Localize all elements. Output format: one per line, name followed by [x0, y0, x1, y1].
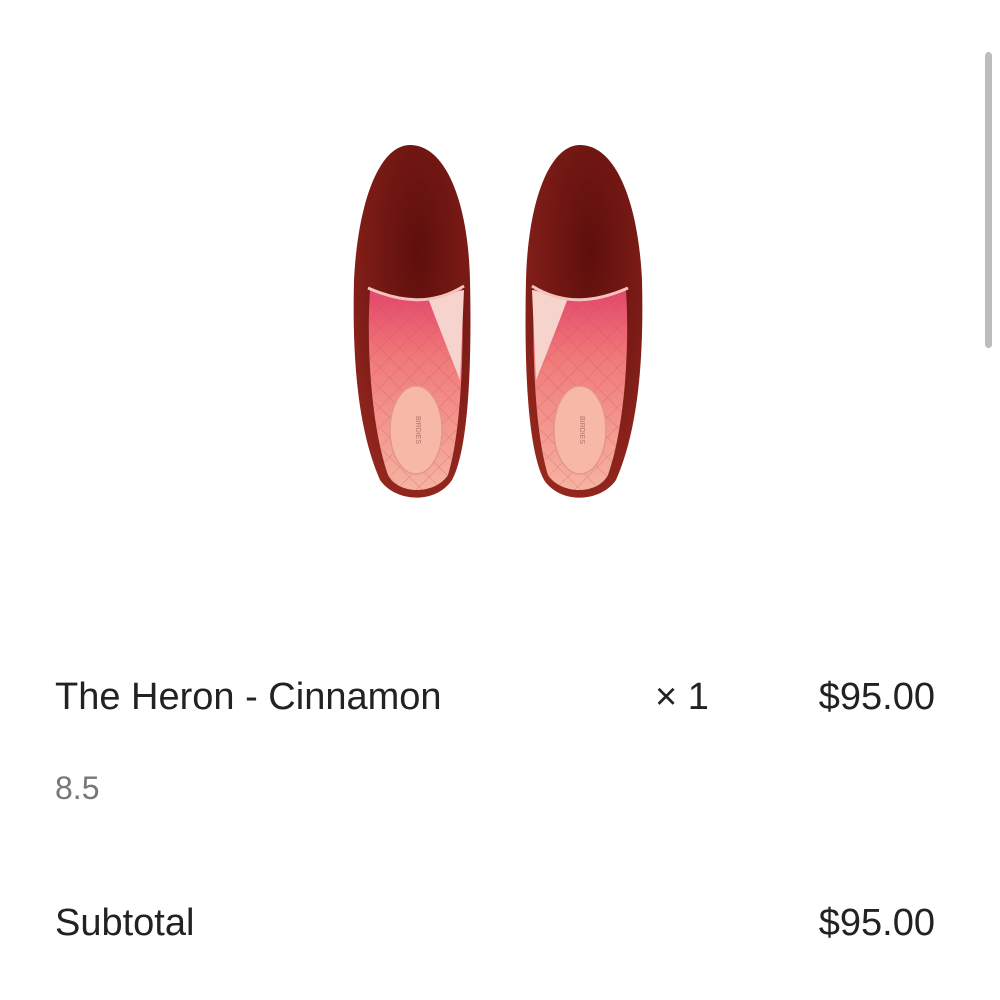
product-price: $95.00	[818, 676, 935, 718]
left-shoe: BIRDIES	[353, 145, 471, 498]
subtotal-label: Subtotal	[55, 902, 195, 944]
subtotal-row: Subtotal $95.00	[55, 898, 935, 948]
loafers-image: BIRDIES BIRDIES	[353, 145, 643, 498]
cart-page: BIRDIES BIRDIES The Heron - Cinnamon × 1…	[0, 0, 1000, 1000]
cart-line-item: The Heron - Cinnamon × 1 $95.00	[55, 672, 935, 722]
product-size: 8.5	[55, 770, 100, 806]
svg-text:BIRDIES: BIRDIES	[414, 416, 421, 444]
right-shoe: BIRDIES	[525, 145, 643, 498]
product-image[interactable]: BIRDIES BIRDIES	[340, 130, 660, 520]
scrollbar[interactable]	[985, 52, 992, 348]
svg-text:BIRDIES: BIRDIES	[578, 416, 585, 444]
subtotal-value: $95.00	[818, 902, 935, 944]
product-name[interactable]: The Heron - Cinnamon	[55, 672, 442, 722]
product-quantity: × 1	[655, 676, 709, 718]
